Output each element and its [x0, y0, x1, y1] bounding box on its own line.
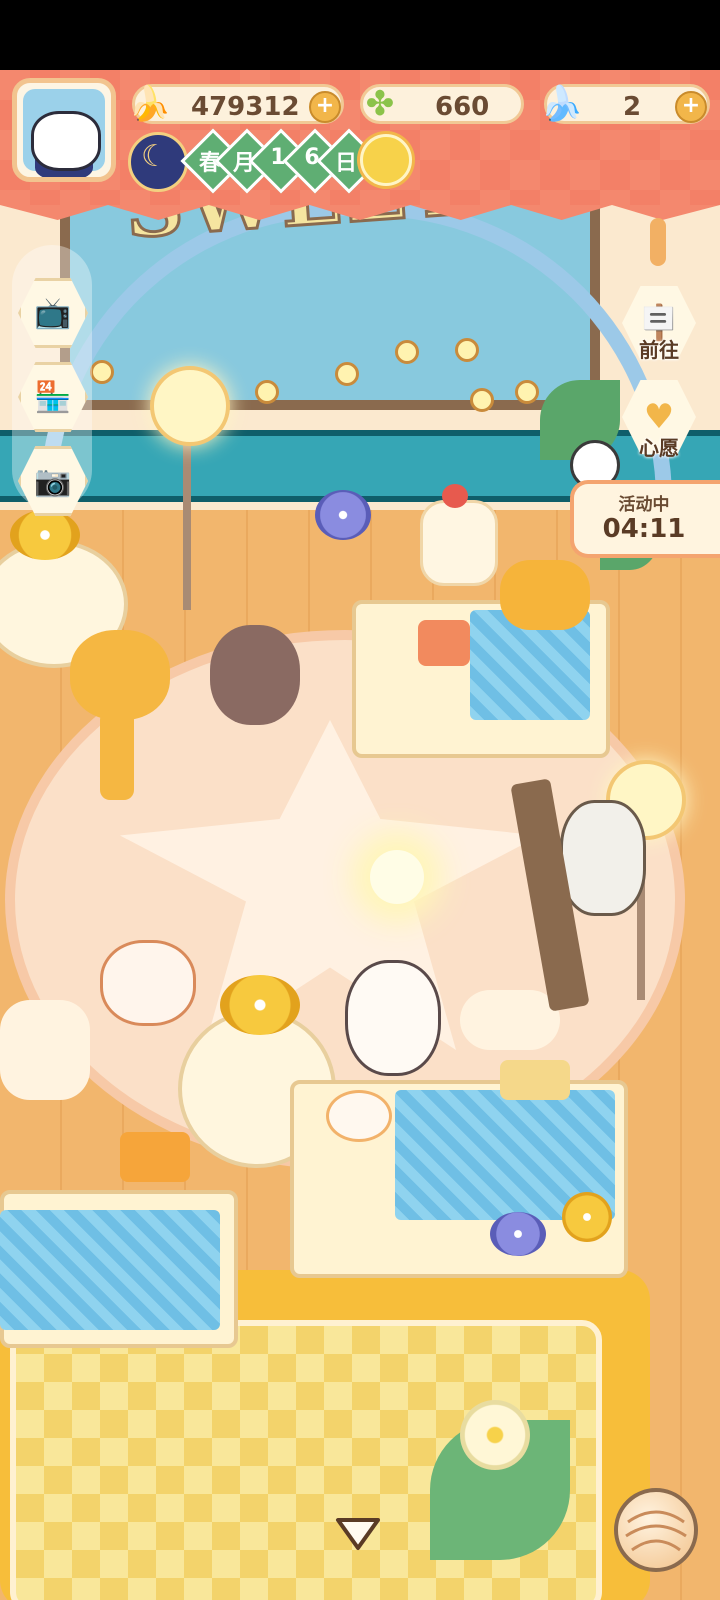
white-bunny-character[interactable]: [345, 960, 441, 1076]
clover-amount: 660: [435, 92, 490, 122]
yarn-ball-button[interactable]: [614, 1488, 698, 1572]
string-light-bulb: [515, 380, 539, 404]
heart-book-icon: ♥: [643, 397, 675, 437]
add-blue-banana-button[interactable]: +: [675, 91, 707, 123]
camera-icon: 📷: [34, 463, 72, 499]
string-light-bulb: [90, 360, 114, 384]
grey-cat-character[interactable]: [560, 800, 646, 916]
add-banana-button[interactable]: +: [309, 91, 341, 123]
floor-lamp[interactable]: [150, 366, 230, 446]
banana-amount: 479312: [191, 92, 300, 122]
string-light-bulb: [470, 388, 494, 412]
status-bar: [0, 0, 720, 70]
string-light-bulb: [395, 340, 419, 364]
yellow-flower-pot: [220, 975, 300, 1035]
dessert-stand-left[interactable]: [0, 1000, 90, 1100]
string-light-bulb: [255, 380, 279, 404]
yellow-flower-pot: [10, 510, 80, 560]
event-title: 活动中: [618, 495, 670, 515]
player-avatar[interactable]: [12, 78, 116, 182]
teapot[interactable]: [326, 1090, 392, 1142]
yellow-flower-pot: [562, 1192, 612, 1242]
macaron-stand[interactable]: [460, 990, 560, 1050]
collapse-arrow-icon[interactable]: [334, 1514, 382, 1554]
currency-clover[interactable]: ✤ 660: [360, 84, 524, 124]
blue-banana-amount: 2: [623, 92, 642, 122]
currency-banana[interactable]: 🍌 479312 +: [129, 84, 344, 124]
wish-label: 心愿: [639, 436, 679, 460]
sun-icon[interactable]: [360, 134, 412, 186]
pastry-plate[interactable]: [500, 560, 590, 630]
sandwich-plate[interactable]: [500, 1060, 570, 1100]
tiered-cake[interactable]: [420, 500, 498, 586]
calico-cat-character[interactable]: [100, 940, 196, 1026]
cake-slices[interactable]: [418, 620, 470, 666]
string-light-bulb: [455, 338, 479, 362]
moon-clock-icon: ☾: [128, 132, 188, 192]
light-sparkle: [370, 850, 424, 904]
lamp-pole: [183, 430, 191, 610]
blue-banana-icon: 🍌: [540, 84, 584, 124]
table-cloth: [0, 1210, 220, 1330]
yellow-goat-legs: [100, 710, 134, 800]
orange-cake[interactable]: [120, 1132, 190, 1182]
white-flower-cluster: [460, 1400, 530, 1470]
tv-icon: 📺: [34, 295, 72, 331]
banana-icon: 🍌: [128, 84, 172, 124]
string-light-bulb: [335, 362, 359, 386]
clover-icon: ✤: [365, 84, 395, 124]
purple-flower-pot: [315, 490, 371, 540]
purple-flower-pot: [490, 1212, 546, 1256]
strawberry: [442, 484, 468, 508]
yellow-goat-character[interactable]: [70, 630, 170, 720]
event-countdown: 04:11: [602, 514, 686, 544]
yarn-ball-icon: [625, 1510, 687, 1552]
shop-icon: 🏪: [34, 379, 72, 415]
currency-blue-banana[interactable]: 🍌 2 +: [541, 84, 710, 124]
goto-label: 前往: [639, 338, 679, 362]
cat-avatar-head: [31, 111, 101, 171]
rope-knot: [650, 218, 666, 266]
event-timer-panel[interactable]: 活动中 04:11: [570, 480, 720, 558]
brown-goat-character[interactable]: [210, 625, 300, 725]
